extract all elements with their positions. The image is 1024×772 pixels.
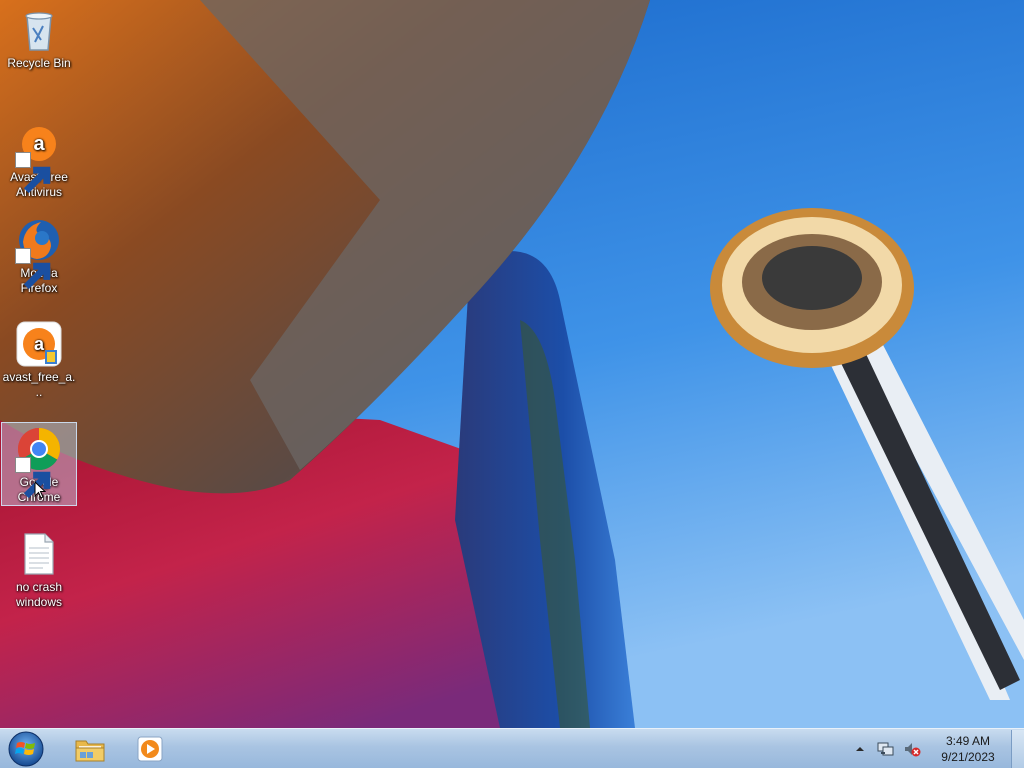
desktop-icon-label: Recycle Bin bbox=[7, 56, 71, 70]
avast-icon: a bbox=[15, 120, 63, 194]
clock[interactable]: 3:49 AM 9/21/2023 bbox=[931, 733, 1005, 765]
clock-time: 3:49 AM bbox=[945, 734, 991, 748]
taskbar-media-player-button[interactable] bbox=[122, 731, 178, 767]
taskbar-explorer-button[interactable] bbox=[62, 731, 118, 767]
show-hidden-icons-chevron[interactable] bbox=[851, 740, 869, 758]
clock-date: 9/21/2023 bbox=[941, 750, 995, 764]
recycle-bin-icon bbox=[15, 6, 63, 54]
svg-text:a: a bbox=[33, 133, 45, 155]
avast-installer-icon: a bbox=[15, 320, 63, 368]
desktop-icon-avast-installer[interactable]: a avast_free_a... bbox=[1, 318, 77, 400]
shortcut-arrow-icon bbox=[15, 152, 51, 194]
taskbar: 3:49 AM 9/21/2023 bbox=[0, 728, 1024, 768]
mouse-cursor-icon bbox=[34, 481, 46, 499]
desktop-icon-recycle-bin[interactable]: Recycle Bin bbox=[1, 4, 77, 71]
svg-text:a: a bbox=[34, 334, 45, 354]
desktop[interactable]: Recycle Bin a Avast Free Antivirus Mozil bbox=[0, 0, 1024, 728]
windows-start-icon bbox=[8, 731, 44, 767]
firefox-icon bbox=[15, 216, 63, 290]
desktop-icon-text-file[interactable]: no crash windows bbox=[1, 528, 77, 610]
system-tray: 3:49 AM 9/21/2023 bbox=[847, 729, 1024, 769]
desktop-icon-label: avast_free_a... bbox=[2, 370, 76, 399]
desktop-icon-label: no crash windows bbox=[15, 580, 63, 609]
start-button[interactable] bbox=[6, 731, 46, 767]
text-file-icon bbox=[15, 530, 63, 578]
volume-muted-icon[interactable] bbox=[903, 740, 921, 758]
shortcut-arrow-icon bbox=[15, 248, 51, 290]
media-player-icon bbox=[137, 736, 163, 762]
wallpaper bbox=[0, 0, 1024, 728]
chrome-icon bbox=[15, 425, 63, 499]
folder-icon bbox=[75, 740, 105, 762]
show-desktop-button[interactable] bbox=[1011, 730, 1024, 768]
network-icon[interactable] bbox=[877, 740, 895, 758]
shortcut-arrow-icon bbox=[15, 457, 51, 499]
desktop-icon-firefox[interactable]: Mozilla Firefox bbox=[1, 214, 77, 296]
desktop-icon-avast[interactable]: a Avast Free Antivirus bbox=[1, 118, 77, 200]
